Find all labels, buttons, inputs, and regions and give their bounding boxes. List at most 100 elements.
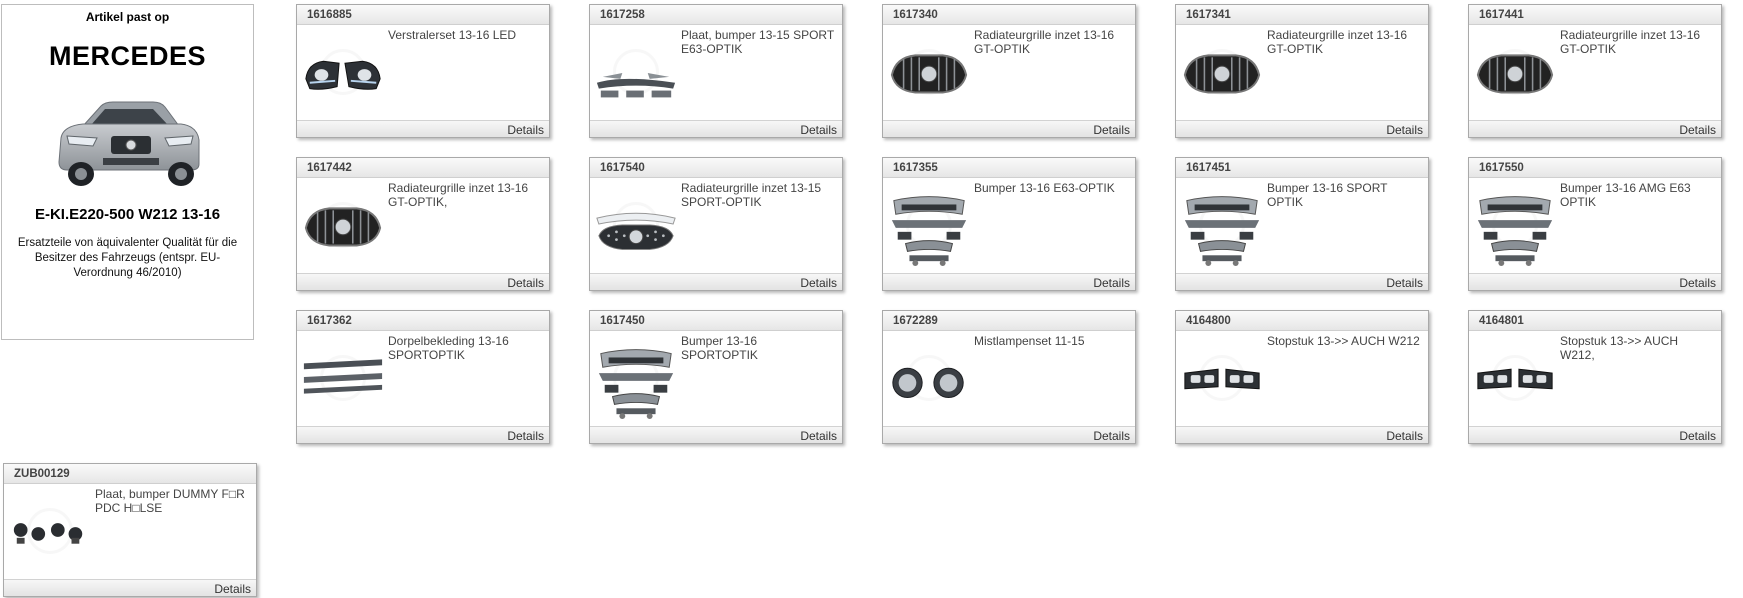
details-link[interactable]: Details (1386, 123, 1428, 137)
details-link[interactable]: Details (1093, 276, 1135, 290)
product-card[interactable]: 4164800 Stopstuk 13->> AUCH W212 Details (1175, 310, 1429, 444)
product-card[interactable]: 1617442 Radiateurgrille inzet 13-16 GT-OP… (296, 157, 550, 291)
product-image[interactable] (886, 180, 972, 270)
product-code: 1617258 (590, 5, 842, 25)
product-description: Stopstuk 13->> AUCH W212 (1267, 334, 1420, 348)
product-body: Plaat, bumper 13-15 SPORT E63-OPTIK (590, 25, 842, 119)
product-code: 1617340 (883, 5, 1135, 25)
product-image[interactable] (1472, 180, 1558, 270)
product-image[interactable] (1472, 27, 1558, 117)
product-description: Radiateurgrille inzet 13-16 GT-OPTIK, (388, 181, 529, 209)
product-image[interactable] (593, 27, 679, 117)
product-card[interactable]: 1617355 Bumper 13-16 E63-OPTIK Details (882, 157, 1136, 291)
product-card[interactable]: 1672289 Mistlampenset 11-15 Details (882, 310, 1136, 444)
card-footer: Details (297, 120, 549, 137)
product-code: 4164800 (1176, 311, 1428, 331)
product-body: Bumper 13-16 SPORTOPTIK (590, 331, 842, 425)
product-description: Bumper 13-16 SPORTOPTIK (681, 334, 758, 362)
details-link[interactable]: Details (507, 276, 549, 290)
card-footer: Details (883, 426, 1135, 443)
product-description: Bumper 13-16 AMG E63 OPTIK (1560, 181, 1691, 209)
product-code: 1617362 (297, 311, 549, 331)
product-card[interactable]: 1617451 Bumper 13-16 SPORT OPTIK Details (1175, 157, 1429, 291)
details-link[interactable]: Details (1093, 123, 1135, 137)
details-link[interactable]: Details (1386, 429, 1428, 443)
product-body: Bumper 13-16 SPORT OPTIK (1176, 178, 1428, 272)
product-description: Dorpelbekleding 13-16 SPORTOPTIK (388, 334, 509, 362)
product-body: Radiateurgrille inzet 13-16 GT-OPTIK, (297, 178, 549, 272)
product-description: Verstralerset 13-16 LED (388, 28, 517, 42)
details-link[interactable]: Details (1093, 429, 1135, 443)
product-image[interactable] (886, 27, 972, 117)
product-code: 1617450 (590, 311, 842, 331)
card-footer: Details (590, 273, 842, 290)
product-image[interactable] (1179, 180, 1265, 270)
card-footer: Details (1176, 120, 1428, 137)
details-link[interactable]: Details (214, 582, 256, 596)
product-code: 1617540 (590, 158, 842, 178)
product-description: Mistlampenset 11-15 (974, 334, 1085, 348)
product-description: Bumper 13-16 SPORT OPTIK (1267, 181, 1388, 209)
product-card[interactable]: 1616885 Verstralerset 13-16 LED Details (296, 4, 550, 138)
product-card[interactable]: 1617450 Bumper 13-16 SPORTOPTIK Details (589, 310, 843, 444)
product-card[interactable]: 1617362 Dorpelbekleding 13-16 SPORTOPTIK D… (296, 310, 550, 444)
card-footer: Details (1176, 273, 1428, 290)
product-body: Radiateurgrille inzet 13-16 GT-OPTIK (1469, 25, 1721, 119)
product-card[interactable]: 1617341 Radiateurgrille inzet 13-16 GT-OP… (1175, 4, 1429, 138)
product-image[interactable] (300, 27, 386, 117)
product-card[interactable]: 4164801 Stopstuk 13->> AUCH W212, Details (1468, 310, 1722, 444)
vehicle-model: E-KI.E220-500 W212 13-16 (34, 206, 221, 223)
card-footer: Details (883, 273, 1135, 290)
product-image[interactable] (886, 333, 972, 423)
details-link[interactable]: Details (1679, 276, 1721, 290)
product-image[interactable] (1472, 333, 1558, 423)
product-code: 1617355 (883, 158, 1135, 178)
product-image[interactable] (593, 333, 679, 423)
product-image[interactable] (593, 180, 679, 270)
product-image[interactable] (300, 333, 386, 423)
product-body: Plaat, bumper DUMMY F□R PDC H□LSE (4, 484, 256, 578)
product-body: Stopstuk 13->> AUCH W212 (1176, 331, 1428, 425)
product-body: Stopstuk 13->> AUCH W212, (1469, 331, 1721, 425)
details-link[interactable]: Details (507, 123, 549, 137)
product-code: ZUB00129 (4, 464, 256, 484)
product-image[interactable] (1179, 27, 1265, 117)
product-body: Radiateurgrille inzet 13-16 GT-OPTIK (883, 25, 1135, 119)
details-link[interactable]: Details (800, 276, 842, 290)
card-footer: Details (1469, 120, 1721, 137)
product-card[interactable]: 1617550 Bumper 13-16 AMG E63 OPTIK Details (1468, 157, 1722, 291)
product-code: 1617442 (297, 158, 549, 178)
product-card[interactable]: ZUB00129 Plaat, bumper DUMMY F□R PDC H□LS… (3, 463, 257, 597)
product-card[interactable]: 1617540 Radiateurgrille inzet 13-15 SPORT… (589, 157, 843, 291)
product-image[interactable] (300, 180, 386, 270)
card-footer: Details (883, 120, 1135, 137)
card-footer: Details (1469, 273, 1721, 290)
product-card[interactable]: 1617340 Radiateurgrille inzet 13-16 GT-OP… (882, 4, 1136, 138)
card-footer: Details (4, 579, 256, 596)
details-link[interactable]: Details (1679, 123, 1721, 137)
product-code: 1672289 (883, 311, 1135, 331)
product-body: Radiateurgrille inzet 13-16 GT-OPTIK (1176, 25, 1428, 119)
product-card[interactable]: 1617258 Plaat, bumper 13-15 SPORT E63-OPT… (589, 4, 843, 138)
product-code: 1617341 (1176, 5, 1428, 25)
product-image[interactable] (1179, 333, 1265, 423)
card-footer: Details (297, 273, 549, 290)
product-body: Bumper 13-16 AMG E63 OPTIK (1469, 178, 1721, 272)
card-footer: Details (1176, 426, 1428, 443)
eu-regulation-note: Ersatzteile von äquivalenter Qualität fü… (17, 237, 238, 279)
product-description: Bumper 13-16 E63-OPTIK (974, 181, 1115, 195)
product-body: Mistlampenset 11-15 (883, 331, 1135, 425)
fits-heading: Artikel past op (85, 10, 170, 24)
product-card[interactable]: 1617441 Radiateurgrille inzet 13-16 GT-OP… (1468, 4, 1722, 138)
product-code: 4164801 (1469, 311, 1721, 331)
details-link[interactable]: Details (800, 123, 842, 137)
product-description: Plaat, bumper DUMMY F□R PDC H□LSE (95, 487, 245, 515)
product-body: Bumper 13-16 E63-OPTIK (883, 178, 1135, 272)
details-link[interactable]: Details (507, 429, 549, 443)
card-footer: Details (297, 426, 549, 443)
details-link[interactable]: Details (1386, 276, 1428, 290)
product-image[interactable] (7, 486, 93, 576)
details-link[interactable]: Details (800, 429, 842, 443)
product-body: Radiateurgrille inzet 13-15 SPORT-OPTIK (590, 178, 842, 272)
details-link[interactable]: Details (1679, 429, 1721, 443)
